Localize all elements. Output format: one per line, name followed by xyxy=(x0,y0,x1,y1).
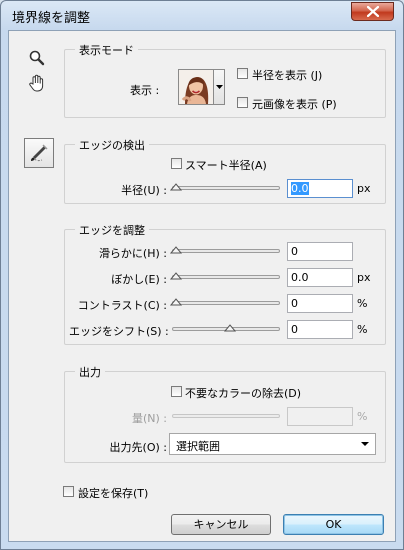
view-thumbnail[interactable] xyxy=(178,69,214,105)
radius-slider-thumb[interactable] xyxy=(170,183,182,191)
shift-edge-label: エッジをシフト(S) : xyxy=(69,325,169,338)
feather-label: ぼかし(E) : xyxy=(111,273,167,286)
view-label: 表示 : xyxy=(130,84,160,97)
radius-value: 0.0 xyxy=(291,182,309,195)
output-to-select[interactable]: 選択範囲 xyxy=(169,433,376,455)
output-to-value: 選択範囲 xyxy=(176,440,220,453)
select-arrow-icon xyxy=(361,442,369,446)
smooth-slider[interactable] xyxy=(172,249,280,253)
portrait-thumbnail-icon xyxy=(179,70,213,104)
amount-input[interactable] xyxy=(287,407,353,426)
amount-slider[interactable] xyxy=(172,414,280,418)
edge-detection-title: エッジの検出 xyxy=(75,137,149,153)
output-title: 出力 xyxy=(75,364,105,380)
amount-label: 量(N) : xyxy=(131,412,167,425)
show-radius-checkbox[interactable] xyxy=(237,68,248,79)
view-mode-dropdown[interactable] xyxy=(214,69,225,105)
decontaminate-label: 不要なカラーの除去(D) xyxy=(185,387,302,400)
zoom-tool[interactable] xyxy=(28,49,46,70)
remember-settings-label: 設定を保存(T) xyxy=(78,487,149,500)
contrast-input[interactable]: 0 xyxy=(287,294,353,313)
title-bar[interactable]: 境界線を調整 xyxy=(1,1,403,31)
contrast-slider[interactable] xyxy=(172,301,280,305)
remember-settings-checkbox[interactable] xyxy=(63,486,74,497)
zoom-tool-icon xyxy=(29,50,45,66)
hand-tool[interactable] xyxy=(27,73,47,96)
show-original-label: 元画像を表示 (P) xyxy=(252,98,337,111)
contrast-unit: % xyxy=(357,297,368,310)
view-mode-group: 表示モード xyxy=(64,42,386,118)
amount-unit: % xyxy=(357,410,368,423)
refine-radius-tool[interactable] xyxy=(24,138,54,168)
contrast-label: コントラスト(C) : xyxy=(77,299,167,312)
radius-slider[interactable] xyxy=(172,186,280,190)
output-to-label: 出力先(O) : xyxy=(109,441,167,454)
smooth-input[interactable]: 0 xyxy=(287,242,353,261)
smooth-label: 滑らかに(H) : xyxy=(98,247,167,260)
close-button[interactable] xyxy=(351,2,394,21)
feather-input[interactable]: 0.0 xyxy=(287,268,353,287)
ok-button[interactable]: OK xyxy=(283,514,384,535)
refine-edge-dialog: 境界線を調整 表示モード 表示: 半径を表示 (J) 元画像を表示 (P) エ… xyxy=(0,0,404,550)
feather-slider[interactable] xyxy=(172,275,280,279)
feather-slider-thumb[interactable] xyxy=(170,272,182,280)
close-icon xyxy=(367,6,379,17)
refine-radius-brush-icon xyxy=(30,144,48,162)
feather-unit: px xyxy=(357,271,371,284)
decontaminate-checkbox[interactable] xyxy=(171,386,182,397)
shift-edge-unit: % xyxy=(357,323,368,336)
radius-input[interactable]: 0.0 xyxy=(287,179,353,198)
show-radius-label: 半径を表示 (J) xyxy=(252,69,323,82)
radius-label: 半径(U) : xyxy=(121,184,167,197)
shift-edge-slider-thumb[interactable] xyxy=(224,324,236,332)
smooth-slider-thumb[interactable] xyxy=(170,246,182,254)
cancel-button[interactable]: キャンセル xyxy=(171,514,271,535)
adjust-edge-title: エッジを調整 xyxy=(75,222,149,238)
hand-tool-icon xyxy=(29,74,44,92)
dropdown-arrow-icon xyxy=(216,85,223,89)
show-original-checkbox[interactable] xyxy=(237,97,248,108)
shift-edge-input[interactable]: 0 xyxy=(287,320,353,339)
smart-radius-checkbox[interactable] xyxy=(171,158,182,169)
radius-unit: px xyxy=(357,182,371,195)
contrast-slider-thumb[interactable] xyxy=(170,298,182,306)
smart-radius-label: スマート半径(A) xyxy=(185,159,267,172)
dialog-body: 表示モード 表示 : 半径を表示 (J) 元画像を表示 (P) エッジの検出 ス… xyxy=(8,30,396,542)
view-mode-title: 表示モード xyxy=(75,42,138,58)
window-title: 境界線を調整 xyxy=(12,11,91,26)
